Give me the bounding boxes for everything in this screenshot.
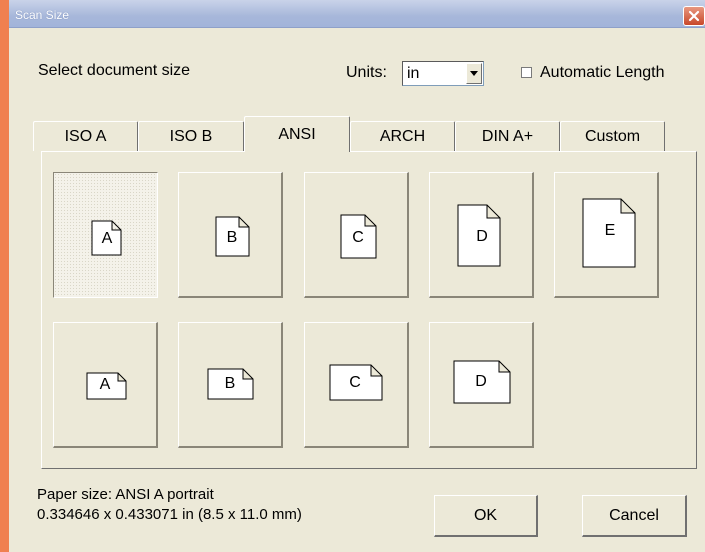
size-button-ansi-a-landscape[interactable]: A: [53, 322, 158, 448]
size-letter: C: [349, 374, 361, 391]
size-letter: A: [101, 230, 113, 247]
paper-size-text: Paper size: ANSI A portrait: [37, 486, 214, 503]
size-letter: A: [99, 376, 111, 393]
cancel-button-label: Cancel: [609, 506, 659, 524]
tab-label: ARCH: [379, 127, 426, 145]
tab-label: ISO B: [169, 127, 213, 145]
size-letter: D: [476, 228, 488, 245]
size-button-ansi-d-landscape[interactable]: D: [429, 322, 534, 448]
size-letter: D: [475, 373, 487, 390]
ok-button-label: OK: [473, 506, 498, 524]
close-icon: [688, 10, 700, 22]
units-value: in: [407, 65, 420, 82]
size-button-ansi-c-landscape[interactable]: C: [304, 322, 409, 448]
units-dropdown-button[interactable]: [466, 63, 482, 84]
automatic-length-checkbox[interactable]: [521, 67, 532, 78]
window-title: Scan Size: [15, 8, 70, 22]
tab-din-a-plus[interactable]: DIN A+: [455, 121, 560, 151]
automatic-length-label[interactable]: Automatic Length: [540, 64, 665, 82]
tab-arch[interactable]: ARCH: [350, 121, 455, 151]
paper-dimensions-text: 0.334646 x 0.433071 in (8.5 x 11.0 mm): [37, 506, 302, 523]
size-letter: C: [352, 229, 364, 246]
tab-label: Custom: [584, 127, 641, 145]
size-button-ansi-b-landscape[interactable]: B: [178, 322, 283, 448]
units-select[interactable]: in: [402, 61, 484, 86]
tab-iso-b[interactable]: ISO B: [138, 121, 244, 151]
tab-label: DIN A+: [481, 127, 534, 145]
tab-label: ANSI: [278, 125, 316, 143]
size-button-ansi-a-portrait[interactable]: A: [53, 172, 158, 298]
chevron-down-icon: [470, 71, 478, 76]
cancel-button[interactable]: Cancel: [582, 495, 687, 537]
size-button-ansi-c-portrait[interactable]: C: [304, 172, 409, 298]
tab-ansi[interactable]: ANSI: [244, 116, 350, 152]
title-bar[interactable]: Scan Size: [9, 0, 705, 28]
size-letter: E: [604, 222, 616, 239]
size-letter: B: [226, 229, 238, 246]
tab-iso-a[interactable]: ISO A: [33, 121, 138, 151]
size-button-ansi-d-portrait[interactable]: D: [429, 172, 534, 298]
close-button[interactable]: [683, 6, 705, 26]
select-document-size-label: Select document size: [38, 62, 191, 79]
tab-label: ISO A: [64, 127, 107, 145]
units-label: Units:: [346, 64, 387, 81]
scan-size-dialog: Scan Size Select document size Units: in…: [9, 0, 705, 552]
tab-custom[interactable]: Custom: [560, 121, 665, 151]
size-button-ansi-b-portrait[interactable]: B: [178, 172, 283, 298]
size-letter: B: [224, 375, 236, 392]
size-button-ansi-e-portrait[interactable]: E: [554, 172, 659, 298]
ok-button[interactable]: OK: [434, 495, 538, 537]
